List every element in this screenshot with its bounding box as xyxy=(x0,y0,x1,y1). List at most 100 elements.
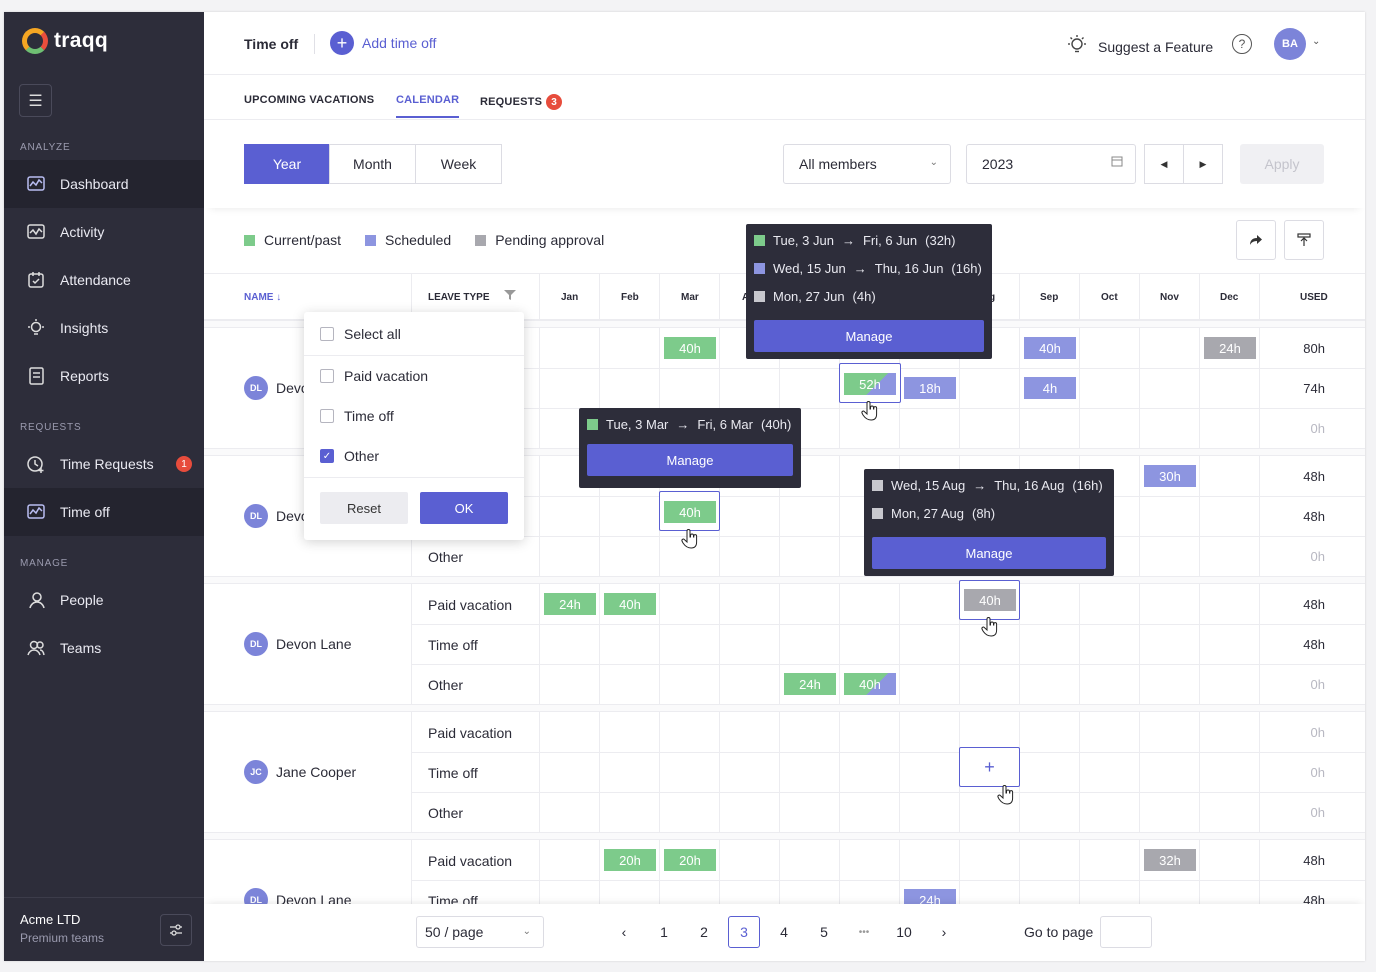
sidebar-item-label: Time Requests xyxy=(60,456,154,472)
tab-calendar[interactable]: CALENDAR xyxy=(396,94,460,118)
leave-pill[interactable]: 20h xyxy=(664,849,716,871)
sidebar-item-dashboard[interactable]: Dashboard xyxy=(4,160,204,208)
leave-pill[interactable]: 40h xyxy=(664,501,716,523)
used-hours: 48h xyxy=(1303,637,1325,652)
help-icon[interactable]: ? xyxy=(1232,34,1252,54)
table-row[interactable]: DL Devon Lane xyxy=(244,632,352,656)
add-leave-cell[interactable]: + xyxy=(959,747,1020,787)
status-swatch xyxy=(754,234,765,246)
leave-pill[interactable]: 32h xyxy=(1144,849,1196,871)
next-page-icon[interactable]: › xyxy=(928,916,960,948)
tab-requests[interactable]: REQUESTS 3 xyxy=(480,94,563,120)
sidebar-item-activity[interactable]: Activity xyxy=(4,208,204,256)
bulb-icon xyxy=(24,316,48,340)
manage-button[interactable]: Manage xyxy=(587,444,793,476)
view-year-button[interactable]: Year xyxy=(244,144,330,184)
settings-sliders-icon[interactable] xyxy=(160,914,192,946)
table-row[interactable]: DL Devo xyxy=(244,376,309,400)
prev-year-button[interactable]: ◀ xyxy=(1144,144,1184,184)
year-picker[interactable]: 2023 xyxy=(966,144,1136,184)
add-time-off-label: Add time off xyxy=(362,35,437,51)
manage-button[interactable]: Manage xyxy=(754,320,984,352)
leave-pill[interactable]: 52h xyxy=(844,373,896,395)
members-select[interactable]: All members ⌄ xyxy=(783,144,951,184)
view-month-button[interactable]: Month xyxy=(329,144,416,184)
tab-requests-label: REQUESTS xyxy=(480,95,543,108)
tab-bar: UPCOMING VACATIONS CALENDAR REQUESTS 3 xyxy=(204,76,1365,120)
share-icon[interactable] xyxy=(1236,220,1276,260)
sidebar-item-attendance[interactable]: Attendance xyxy=(4,256,204,304)
table-row[interactable]: DL Devo xyxy=(244,504,309,528)
manage-button[interactable]: Manage xyxy=(872,537,1106,569)
checkbox[interactable] xyxy=(320,369,334,383)
page-button-current[interactable]: 3 xyxy=(728,916,760,948)
apply-button[interactable]: Apply xyxy=(1240,144,1324,184)
date-to: Thu, 16 Jun xyxy=(874,260,944,276)
person-icon xyxy=(24,588,48,612)
export-icon[interactable] xyxy=(1284,220,1324,260)
chevron-down-icon[interactable]: ⌄ xyxy=(1312,36,1320,47)
divider xyxy=(304,477,524,478)
filter-option-select-all[interactable]: Select all xyxy=(320,326,401,342)
leave-pill[interactable]: 40h xyxy=(1024,337,1076,359)
filter-option-paid-vacation[interactable]: Paid vacation xyxy=(320,368,428,384)
sidebar-item-label: Reports xyxy=(60,368,110,384)
chart-window-icon xyxy=(24,500,48,524)
popup-lines: Tue, 3 Mar → Fri, 6 Mar (40h) xyxy=(579,410,801,438)
leave-type-filter-dropdown: Select all Paid vacation Time off ✓ Other… xyxy=(304,312,524,540)
name-column-header[interactable]: NAME ↓ xyxy=(244,292,281,303)
page-button[interactable]: 1 xyxy=(648,916,680,948)
per-page-select[interactable]: 50 / page ⌄ xyxy=(416,916,544,948)
sidebar-item-time-requests[interactable]: Time Requests 1 xyxy=(4,440,204,488)
prev-page-icon[interactable]: ‹ xyxy=(608,916,640,948)
team-icon xyxy=(24,636,48,660)
leave-pill[interactable]: 24h xyxy=(1204,337,1256,359)
sidebar-item-time-off[interactable]: Time off xyxy=(4,488,204,536)
reset-button[interactable]: Reset xyxy=(320,492,408,524)
leave-pill[interactable]: 24h xyxy=(784,673,836,695)
tab-upcoming-vacations[interactable]: UPCOMING VACATIONS xyxy=(244,94,374,116)
legend-label: Scheduled xyxy=(385,232,452,248)
leave-pill[interactable]: 40h xyxy=(664,337,716,359)
filter-icon[interactable] xyxy=(504,289,516,304)
filter-option-other[interactable]: ✓ Other xyxy=(320,448,379,464)
checkbox[interactable] xyxy=(320,327,334,341)
checkbox[interactable] xyxy=(320,409,334,423)
view-week-button[interactable]: Week xyxy=(415,144,502,184)
table-row[interactable]: JC Jane Cooper xyxy=(244,760,356,784)
page-button[interactable]: 10 xyxy=(888,916,920,948)
leave-pill[interactable]: 40h xyxy=(964,589,1016,611)
leave-pill[interactable]: 24h xyxy=(544,593,596,615)
ok-button[interactable]: OK xyxy=(420,492,508,524)
add-time-off-button[interactable]: + Add time off xyxy=(330,31,436,55)
caret-left-icon: ◀ xyxy=(1160,158,1168,169)
logo[interactable]: traqq xyxy=(22,28,108,54)
leave-pill[interactable]: 18h xyxy=(904,377,956,399)
leave-pill[interactable]: 40h xyxy=(604,593,656,615)
sidebar-item-insights[interactable]: Insights xyxy=(4,304,204,352)
sidebar-item-reports[interactable]: Reports xyxy=(4,352,204,400)
sidebar-item-label: Teams xyxy=(60,640,102,656)
go-to-page-input[interactable] xyxy=(1100,916,1152,948)
status-swatch xyxy=(872,479,883,491)
leave-pill[interactable]: 20h xyxy=(604,849,656,871)
suggest-feature-button[interactable]: Suggest a Feature xyxy=(1066,34,1213,59)
date: Mon, 27 Jun xyxy=(773,288,845,304)
leave-pill[interactable]: 4h xyxy=(1024,377,1076,399)
page-button[interactable]: 4 xyxy=(768,916,800,948)
avatar: JC xyxy=(244,760,268,784)
checkbox-checked[interactable]: ✓ xyxy=(320,449,334,463)
leave-pill[interactable]: 30h xyxy=(1144,465,1196,487)
hamburger-menu-icon[interactable]: ☰ xyxy=(19,84,52,117)
next-year-button[interactable]: ▶ xyxy=(1183,144,1223,184)
hours: (32h) xyxy=(925,232,956,248)
used-hours: 74h xyxy=(1303,381,1325,396)
page-button[interactable]: 2 xyxy=(688,916,720,948)
page-ellipsis[interactable]: ••• xyxy=(848,916,880,948)
filter-option-time-off[interactable]: Time off xyxy=(320,408,394,424)
sidebar-item-people[interactable]: People xyxy=(4,576,204,624)
sidebar-item-teams[interactable]: Teams xyxy=(4,624,204,672)
leave-pill[interactable]: 40h xyxy=(844,673,896,695)
page-button[interactable]: 5 xyxy=(808,916,840,948)
user-avatar[interactable]: BA xyxy=(1274,28,1306,60)
